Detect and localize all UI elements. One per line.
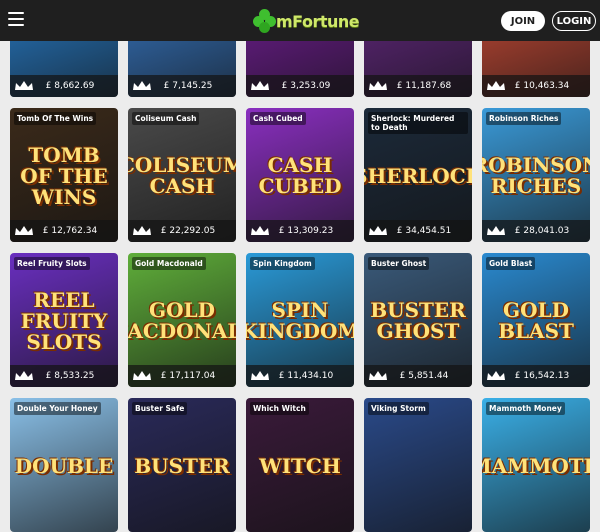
jackpot-bar: £ 11,434.10: [246, 365, 354, 387]
game-logo-art: MAMMOTH: [482, 453, 590, 478]
jackpot-bar: £ 8,533.25: [10, 365, 118, 387]
game-title: Cash Cubed: [250, 112, 306, 125]
jackpot-amount: £ 13,309.23: [278, 226, 334, 236]
crown-icon: [487, 226, 505, 235]
game-title: Gold Macdonald: [132, 257, 206, 270]
jackpot-amount: £ 16,542.13: [514, 371, 570, 381]
jackpot-amount: £ 22,292.05: [160, 226, 216, 236]
game-tile[interactable]: GOLD MACDONALD Gold Macdonald £ 17,117.04: [128, 253, 236, 387]
crown-icon: [369, 81, 387, 90]
game-logo-art: CASH CUBED: [258, 153, 342, 198]
crown-icon: [15, 226, 33, 235]
game-title: Tomb Of The Wins: [14, 112, 97, 125]
jackpot-bar: £ 5,851.44: [364, 365, 472, 387]
mfortune-logo[interactable]: mFortune: [252, 8, 360, 34]
game-logo-art: DOUBLE: [14, 453, 114, 478]
jackpot-bar: £ 10,463.34: [482, 75, 590, 97]
jackpot-bar: £ 11,187.68: [364, 75, 472, 97]
game-logo-art: GOLD MACDONALD: [128, 298, 236, 343]
crown-icon: [369, 226, 387, 235]
jackpot-amount: £ 5,851.44: [399, 371, 449, 381]
jackpot-amount: £ 11,187.68: [396, 81, 452, 91]
game-logo-art: SHERLOCK: [364, 163, 472, 188]
game-title: Viking Storm: [368, 402, 429, 415]
game-title: Spin Kingdom: [250, 257, 315, 270]
game-title: Reel Fruity Slots: [14, 257, 90, 270]
jackpot-amount: £ 11,434.10: [278, 371, 334, 381]
game-logo-art: TOMB OF THE WINS: [20, 142, 108, 209]
crown-icon: [133, 81, 151, 90]
game-title: Double Your Honey: [14, 402, 101, 415]
jackpot-bar: £ 8,662.69: [10, 75, 118, 97]
game-grid: Prizes£ 8,662.69£ 7,145.25£ 3,253.09£ 11…: [0, 0, 600, 532]
hamburger-menu-icon[interactable]: [8, 12, 24, 26]
game-tile[interactable]: BUSTER Buster Safe: [128, 398, 236, 532]
game-title: Gold Blast: [486, 257, 536, 270]
crown-icon: [251, 81, 269, 90]
game-tile[interactable]: TOMB OF THE WINS Tomb Of The Wins £ 12,762…: [10, 108, 118, 242]
game-tile[interactable]: CASH CUBED Cash Cubed £ 13,309.23: [246, 108, 354, 242]
jackpot-amount: £ 3,253.09: [281, 81, 331, 91]
game-title: Buster Ghost: [368, 257, 430, 270]
clover-icon: [252, 8, 278, 34]
jackpot-bar: £ 3,253.09: [246, 75, 354, 97]
game-logo-art: GOLD BLAST: [498, 298, 574, 343]
login-button[interactable]: LOGIN: [552, 11, 596, 31]
jackpot-amount: £ 8,533.25: [45, 371, 95, 381]
crown-icon: [251, 371, 269, 380]
join-button[interactable]: JOIN: [501, 11, 545, 31]
crown-icon: [133, 371, 151, 380]
game-logo-art: [370, 434, 466, 498]
game-tile[interactable]: SHERLOCK Sherlock: Murdered to Death £ 34,…: [364, 108, 472, 242]
game-tile[interactable]: REEL FRUITY SLOTS Reel Fruity Slots £ 8,53…: [10, 253, 118, 387]
game-title: Coliseum Cash: [132, 112, 200, 125]
logo-text: mFortune: [276, 11, 360, 31]
jackpot-amount: £ 28,041.03: [514, 226, 570, 236]
crown-icon: [133, 226, 151, 235]
jackpot-bar: £ 22,292.05: [128, 220, 236, 242]
crown-icon: [487, 81, 505, 90]
game-tile[interactable]: BUSTER GHOST Buster Ghost £ 5,851.44: [364, 253, 472, 387]
game-title: Mammoth Money: [486, 402, 565, 415]
jackpot-amount: £ 8,662.69: [45, 81, 95, 91]
jackpot-bar: £ 13,309.23: [246, 220, 354, 242]
jackpot-bar: £ 16,542.13: [482, 365, 590, 387]
game-logo-art: BUSTER GHOST: [370, 298, 466, 343]
top-header: mFortune JOIN LOGIN: [0, 0, 600, 41]
game-tile[interactable]: DOUBLE Double Your Honey: [10, 398, 118, 532]
jackpot-amount: £ 34,454.51: [396, 226, 452, 236]
game-tile[interactable]: MAMMOTH Mammoth Money: [482, 398, 590, 532]
game-tile[interactable]: WITCH Which Witch: [246, 398, 354, 532]
game-tile[interactable]: Viking Storm: [364, 398, 472, 532]
crown-icon: [251, 226, 269, 235]
game-title: Sherlock: Murdered to Death: [368, 112, 468, 134]
game-title: Robinson Riches: [486, 112, 562, 125]
jackpot-bar: £ 12,762.34: [10, 220, 118, 242]
game-logo-art: ROBINSON RICHES: [482, 153, 590, 198]
game-tile[interactable]: COLISEUM CASH Coliseum Cash £ 22,292.05: [128, 108, 236, 242]
game-title: Which Witch: [250, 402, 309, 415]
crown-icon: [15, 81, 33, 90]
game-logo-art: WITCH: [259, 453, 341, 478]
jackpot-amount: £ 10,463.34: [514, 81, 570, 91]
game-tile[interactable]: ROBINSON RICHES Robinson Riches £ 28,041.0…: [482, 108, 590, 242]
game-logo-art: SPIN KINGDOM: [246, 298, 354, 343]
jackpot-bar: £ 17,117.04: [128, 365, 236, 387]
jackpot-amount: £ 12,762.34: [42, 226, 98, 236]
game-tile[interactable]: GOLD BLAST Gold Blast £ 16,542.13: [482, 253, 590, 387]
game-title: Buster Safe: [132, 402, 188, 415]
jackpot-bar: £ 7,145.25: [128, 75, 236, 97]
jackpot-bar: £ 28,041.03: [482, 220, 590, 242]
jackpot-amount: £ 7,145.25: [163, 81, 213, 91]
game-logo-art: COLISEUM CASH: [128, 153, 236, 198]
jackpot-bar: £ 34,454.51: [364, 220, 472, 242]
jackpot-amount: £ 17,117.04: [160, 371, 216, 381]
game-tile[interactable]: SPIN KINGDOM Spin Kingdom £ 11,434.10: [246, 253, 354, 387]
game-logo-art: BUSTER: [134, 453, 230, 478]
game-logo-art: REEL FRUITY SLOTS: [20, 287, 108, 354]
crown-icon: [15, 371, 33, 380]
crown-icon: [487, 371, 505, 380]
crown-icon: [369, 371, 387, 380]
